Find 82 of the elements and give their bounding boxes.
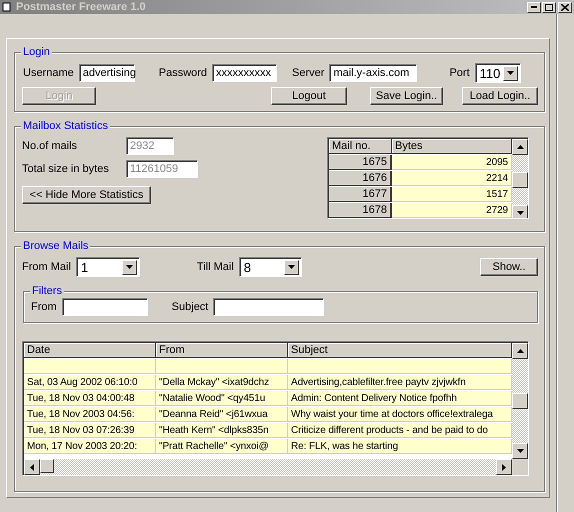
close-button[interactable]: [558, 2, 572, 12]
scrollbar[interactable]: [512, 343, 528, 459]
table-cell: 2095: [392, 155, 512, 170]
table-cell: Mon, 17 Nov 2003 20:20:: [24, 439, 156, 454]
down-arrow-icon: [288, 265, 295, 269]
table-cell: Re: FLK, was he starting: [288, 439, 512, 454]
input-field[interactable]: xxxxxxxxxx: [212, 64, 278, 82]
scrollbar-corner: [512, 459, 528, 475]
maximize-icon: [545, 4, 553, 10]
field-label: Till Mail: [196, 260, 234, 274]
scroll-left-button[interactable]: [24, 459, 40, 475]
field-label: Password: [158, 66, 208, 80]
column-header[interactable]: From: [156, 343, 288, 358]
field-label: From Mail: [22, 260, 71, 274]
table-cell: Why waist your time at doctors office!extralega: [288, 407, 512, 422]
column-header[interactable]: Subject: [288, 343, 512, 358]
table-cell: "Natalie Wood" <qy451u: [156, 391, 288, 406]
up-arrow-icon: [516, 349, 524, 353]
field-label: Total size in bytes: [22, 162, 110, 176]
table-cell: "Heath Kern" <dlpks835n: [156, 423, 288, 438]
input-field[interactable]: advertising: [78, 64, 135, 82]
scroll-right-button[interactable]: [496, 459, 512, 475]
down-arrow-icon: [126, 265, 133, 269]
button[interactable]: Show..: [480, 258, 538, 276]
scrollbar[interactable]: [512, 139, 528, 218]
minimize-button[interactable]: [527, 2, 541, 12]
dropdown[interactable]: 1: [76, 257, 140, 277]
table-cell: 2729: [392, 203, 512, 218]
table-cell: 1675: [329, 155, 392, 170]
dropdown[interactable]: 8: [238, 257, 302, 277]
dropdown[interactable]: 110: [474, 63, 521, 83]
table-cell: Admin: Content Delivery Notice fpofhh: [288, 391, 512, 406]
field-label: Server: [292, 66, 324, 80]
minimize-icon: [531, 6, 537, 8]
group-title: Login: [21, 45, 52, 59]
scroll-thumb[interactable]: [512, 172, 528, 188]
table-cell: 2214: [392, 171, 512, 186]
maximize-button[interactable]: [542, 2, 556, 12]
scroll-up-button[interactable]: [512, 139, 528, 155]
field-label: Username: [23, 66, 74, 80]
table-cell: 1676: [329, 171, 392, 186]
column-header[interactable]: Date: [24, 343, 156, 358]
table-cell: 1678: [329, 203, 392, 218]
field-label: Port: [449, 66, 470, 80]
app-icon: [2, 2, 12, 12]
field-label: Subject: [172, 300, 208, 314]
table-cell: Tue, 18 Nov 2003 04:56:: [24, 407, 156, 422]
button[interactable]: << Hide More Statistics: [22, 186, 151, 204]
down-arrow-icon: [516, 211, 524, 215]
button[interactable]: Save Login..: [370, 87, 443, 105]
table-cell: Advertising,cablefilter.free paytv zjvjwkfn: [288, 375, 512, 390]
down-arrow-icon: [506, 71, 514, 75]
table-cell: "Della Mckay" <ixat9dchz: [156, 375, 288, 390]
column-header[interactable]: Mail no.: [329, 139, 392, 154]
field-label: No.of mails: [22, 140, 78, 152]
scroll-up-button[interactable]: [512, 343, 528, 359]
table-cell: Tue, 18 Nov 03 04:00:48: [24, 391, 156, 406]
button[interactable]: Logout: [271, 87, 347, 105]
scroll-thumb[interactable]: [512, 393, 528, 409]
window-title: Postmaster Freeware 1.0: [16, 0, 146, 14]
button[interactable]: Load Login..: [462, 87, 538, 105]
table-cell: 1677: [329, 187, 392, 202]
scroll-thumb[interactable]: [40, 459, 54, 473]
scrollbar[interactable]: [24, 459, 528, 475]
table-cell: Sat, 03 Aug 2002 06:10:0: [24, 375, 156, 390]
table-cell: Criticize different products - and be paid to do: [288, 423, 512, 438]
field-label: From: [31, 300, 57, 314]
input-field[interactable]: mail.y-axis.com: [329, 64, 418, 82]
table-cell: Tue, 18 Nov 03 07:26:39: [24, 423, 156, 438]
left-arrow-icon: [30, 464, 34, 470]
scroll-down-button[interactable]: [512, 443, 528, 459]
table-cell: "Pratt Rachelle" <ynxoi@: [156, 439, 288, 454]
close-icon: [561, 4, 569, 10]
table-cell: 1517: [392, 187, 512, 202]
input-field[interactable]: [213, 298, 324, 316]
right-arrow-icon: [502, 464, 506, 470]
up-arrow-icon: [516, 145, 524, 149]
input-field[interactable]: [62, 298, 148, 316]
down-arrow-icon: [516, 449, 524, 453]
column-header[interactable]: Bytes: [392, 139, 512, 154]
scroll-down-button[interactable]: [512, 205, 528, 218]
table-cell: "Deanna Reid" <j61wxua: [156, 407, 288, 422]
